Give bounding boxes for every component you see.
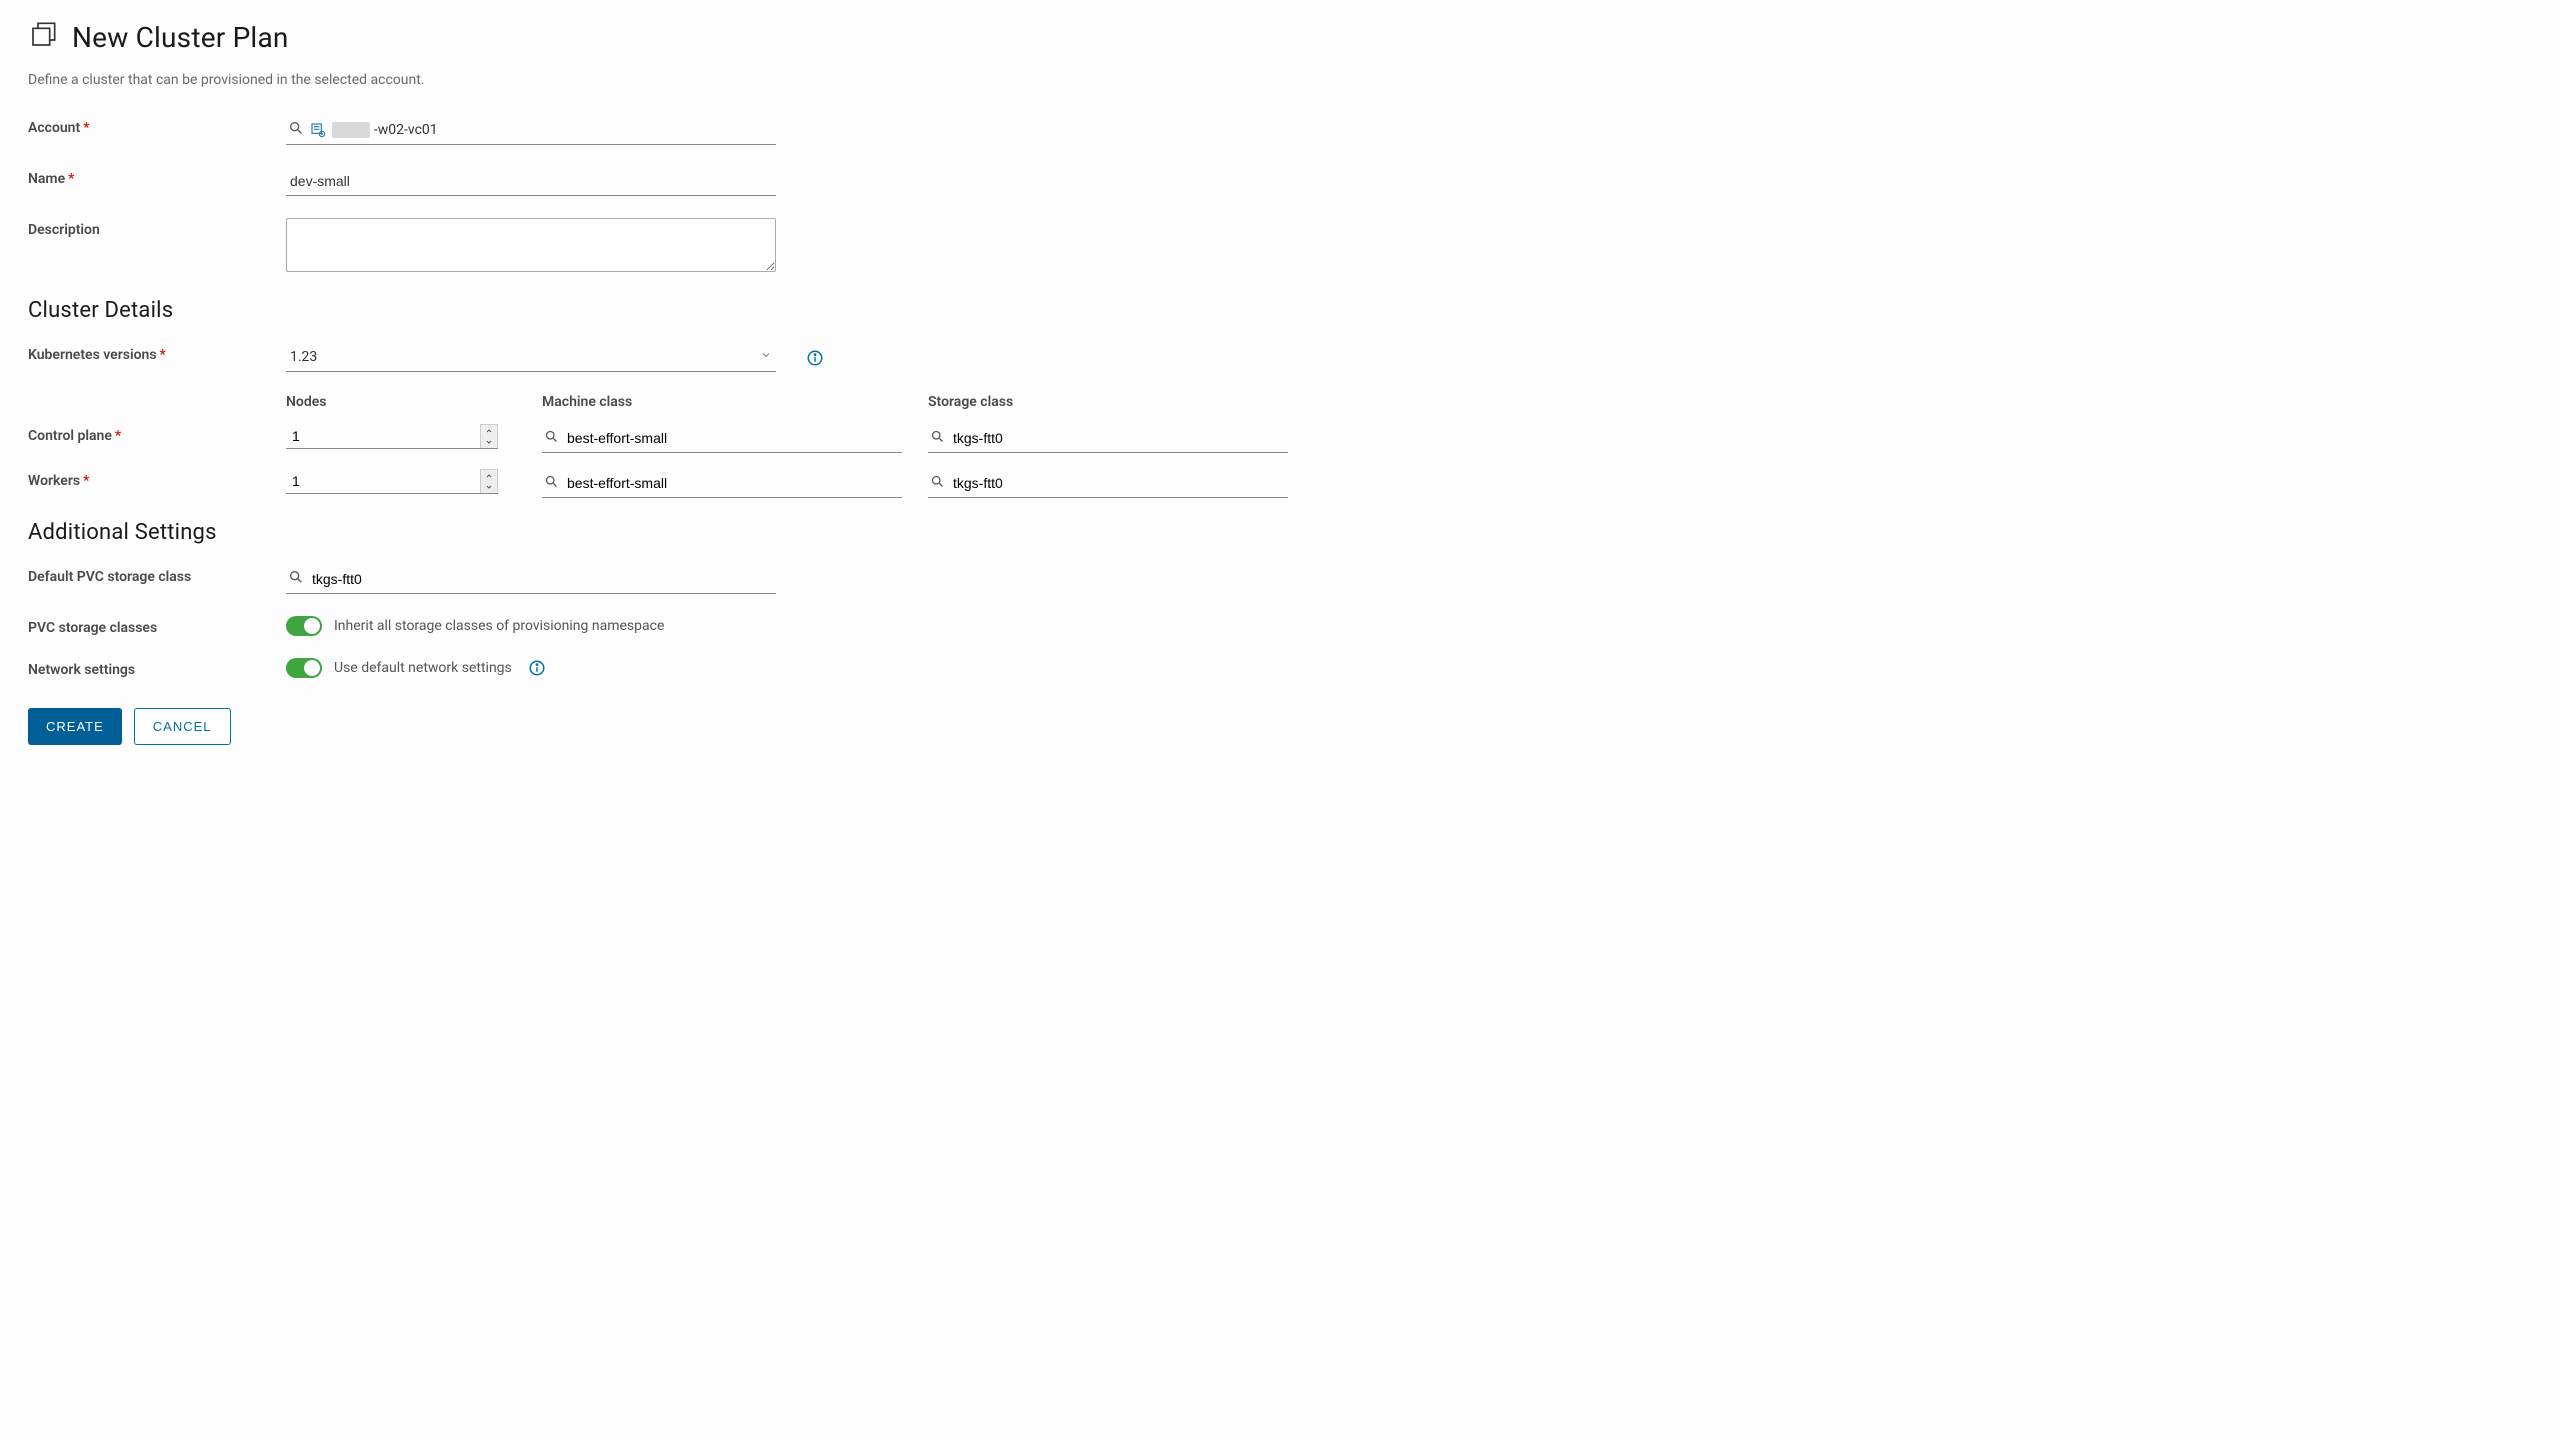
network-default-label: Use default network settings [334,660,512,676]
pvc-inherit-label: Inherit all storage classes of provision… [334,618,664,634]
workers-nodes-stepper[interactable] [286,469,498,494]
workers-machine-input[interactable] [542,469,902,498]
info-icon[interactable] [806,349,824,367]
label-workers: Workers* [28,469,286,489]
network-default-toggle[interactable] [286,658,322,678]
row-account: Account* xx-w02-vc01 [28,116,2532,145]
stepper-up-icon[interactable] [481,425,497,436]
search-icon [930,474,945,493]
account-search-input[interactable]: xx-w02-vc01 [286,116,776,145]
workers-storage-input[interactable] [928,469,1288,498]
control-plane-machine-input[interactable] [542,424,902,453]
label-account: Account* [28,116,286,136]
cluster-plan-icon [28,20,58,54]
label-description: Description [28,218,286,238]
search-icon [288,120,304,140]
label-name: Name* [28,167,286,187]
row-control-plane: Control plane* [28,424,2532,453]
row-k8s-version: Kubernetes versions* 1.23 [28,343,2532,372]
row-description: Description [28,218,2532,276]
cancel-button[interactable]: CANCEL [134,708,231,745]
col-storage-header: Storage class [928,394,1290,410]
section-additional-settings: Additional Settings [28,520,2532,545]
name-input[interactable] [286,167,776,196]
pvc-inherit-toggle[interactable] [286,616,322,636]
search-icon [288,569,304,589]
default-pvc-storage-input[interactable] [286,565,776,594]
create-button[interactable]: CREATE [28,708,122,745]
label-pvc-classes: PVC storage classes [28,616,286,636]
section-cluster-details: Cluster Details [28,298,2532,323]
label-k8s-version: Kubernetes versions* [28,343,286,363]
col-nodes-header: Nodes [286,394,542,410]
stepper-down-icon[interactable] [481,481,497,492]
label-network: Network settings [28,658,286,678]
stepper-up-icon[interactable] [481,470,497,481]
row-pvc-classes: PVC storage classes Inherit all storage … [28,616,2532,636]
page-title: New Cluster Plan [72,21,289,54]
stepper-down-icon[interactable] [481,436,497,447]
row-network: Network settings Use default network set… [28,658,2532,678]
k8s-version-select[interactable]: 1.23 [286,343,776,372]
description-textarea[interactable] [286,218,776,272]
label-control-plane: Control plane* [28,424,286,444]
action-bar: CREATE CANCEL [28,708,2532,745]
search-icon [930,429,945,448]
page-subtitle: Define a cluster that can be provisioned… [28,72,2532,88]
search-icon [544,429,559,448]
node-grid-header: Nodes Machine class Storage class [286,394,2532,410]
label-default-pvc: Default PVC storage class [28,565,286,585]
search-icon [544,474,559,493]
row-name: Name* [28,167,2532,196]
control-plane-storage-input[interactable] [928,424,1288,453]
control-plane-nodes-stepper[interactable] [286,424,498,449]
account-redacted-prefix: xx [332,122,370,138]
chevron-down-icon [760,349,772,365]
account-value: xx-w02-vc01 [332,122,438,138]
info-icon[interactable] [528,659,546,677]
row-default-pvc: Default PVC storage class [28,565,2532,594]
col-machine-header: Machine class [542,394,928,410]
page-header: New Cluster Plan [28,20,2532,54]
vcenter-resource-icon [310,122,326,138]
row-workers: Workers* [28,469,2532,498]
